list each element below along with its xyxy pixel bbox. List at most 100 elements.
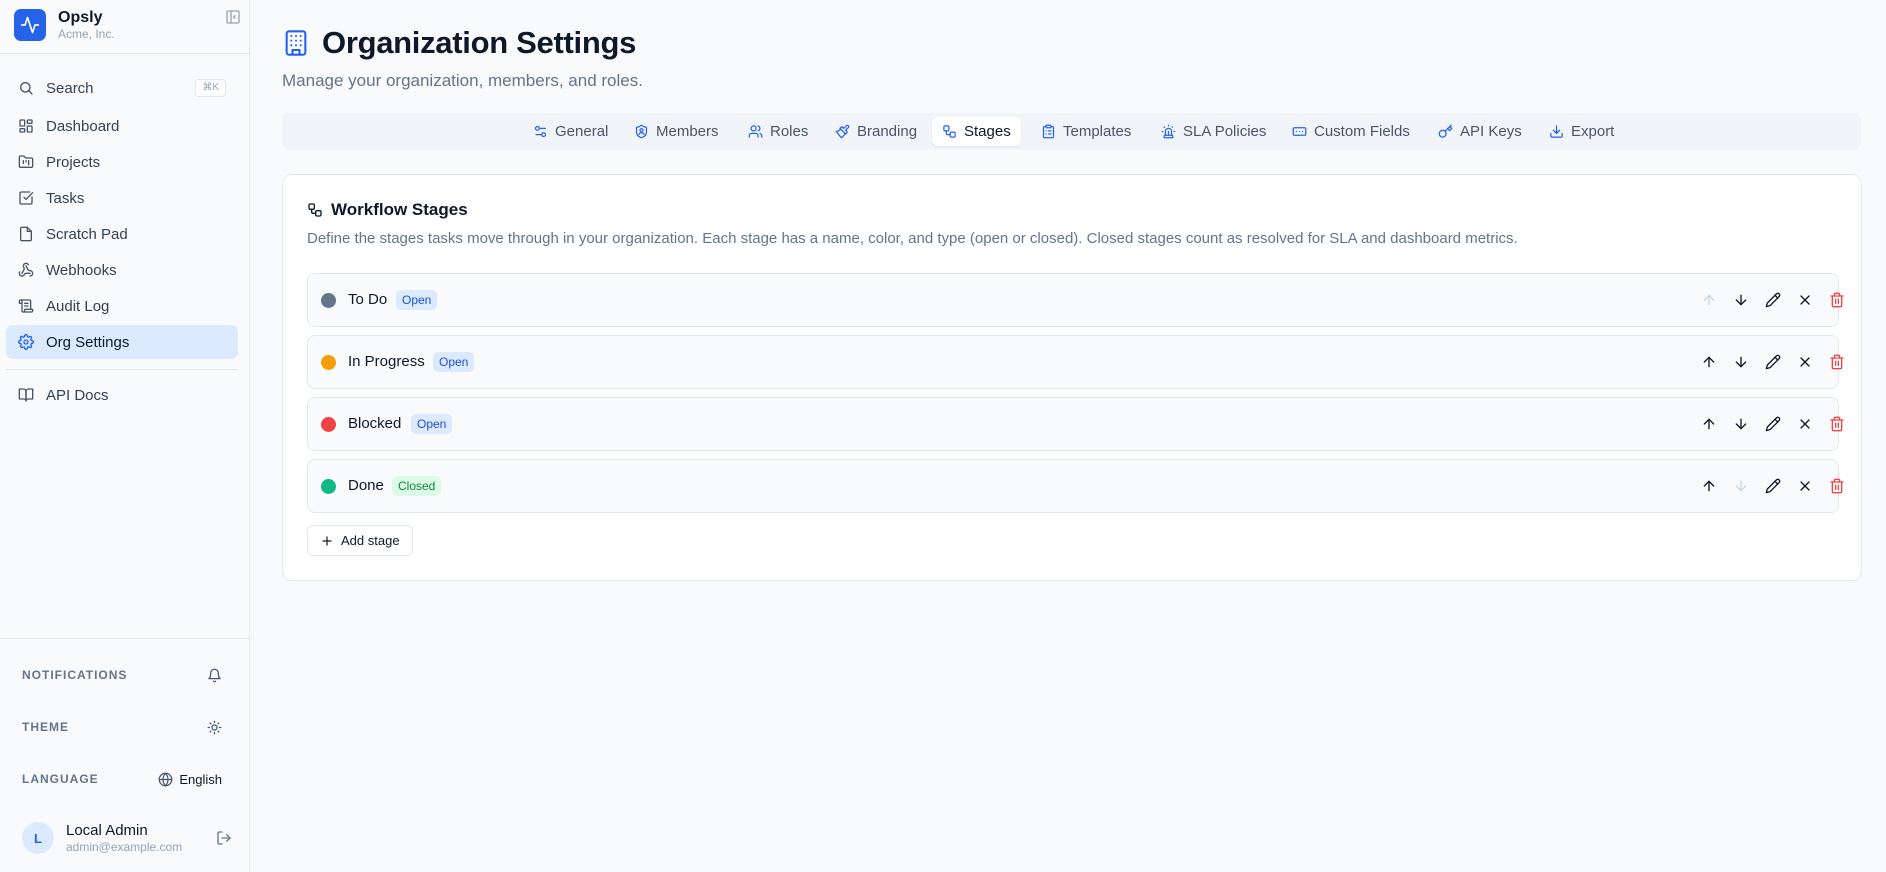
arrow-up-icon[interactable] <box>1700 415 1718 433</box>
pencil-icon[interactable] <box>1764 291 1782 309</box>
logout-icon[interactable] <box>216 830 232 846</box>
sidebar-item-audit-log[interactable]: Audit Log <box>6 289 238 323</box>
arrow-up-icon[interactable] <box>1700 291 1718 309</box>
sidebar-item-scratch-pad[interactable]: Scratch Pad <box>6 217 238 251</box>
tab-label: API Keys <box>1460 123 1522 140</box>
tab-label: Members <box>656 123 719 140</box>
trash-icon[interactable] <box>1828 477 1846 495</box>
tab-label: Stages <box>964 123 1011 140</box>
sidebar-item-search[interactable]: Search ⌘K <box>6 71 238 105</box>
book-open-icon <box>18 388 34 402</box>
language-select[interactable]: English <box>158 772 222 787</box>
sidebar: Opsly Acme, Inc. Search ⌘K Dashboard Pro… <box>0 0 250 872</box>
workflow-icon <box>943 125 956 138</box>
language-row: LANGUAGE English <box>22 767 222 791</box>
sidebar-item-dashboard[interactable]: Dashboard <box>6 109 238 143</box>
tab-stages[interactable]: Stages <box>932 117 1021 146</box>
stage-row: To Do Open <box>307 273 1844 327</box>
theme-row: THEME <box>22 715 222 739</box>
close-icon[interactable] <box>1796 415 1814 433</box>
clipboard-list-icon <box>1042 124 1055 139</box>
divider <box>0 53 249 54</box>
sidebar-item-projects[interactable]: Projects <box>6 145 238 179</box>
stage-row: In Progress Open <box>307 335 1844 389</box>
sun-icon[interactable] <box>207 720 222 735</box>
stage-row: Blocked Open <box>307 397 1844 451</box>
download-icon <box>1550 125 1563 138</box>
stage-color-dot <box>321 293 336 308</box>
stage-color-dot <box>321 479 336 494</box>
close-icon[interactable] <box>1796 291 1814 309</box>
tab-label: Export <box>1571 123 1615 140</box>
sidebar-item-webhooks[interactable]: Webhooks <box>6 253 238 287</box>
arrow-down-icon[interactable] <box>1732 291 1750 309</box>
user-email: admin@example.com <box>66 839 183 854</box>
search-icon <box>20 82 33 95</box>
arrow-up-icon[interactable] <box>1700 477 1718 495</box>
stage-name: To Do <box>348 291 388 308</box>
user-name: Local Admin <box>66 821 148 839</box>
tab-sla-policies[interactable]: SLA Policies <box>1151 117 1276 146</box>
close-icon[interactable] <box>1796 477 1814 495</box>
workflow-stages-card: Workflow Stages Define the stages tasks … <box>282 174 1862 581</box>
tab-api-keys[interactable]: API Keys <box>1428 117 1532 146</box>
sidebar-item-label: Tasks <box>46 189 85 207</box>
brand[interactable]: Opsly Acme, Inc. <box>14 7 236 43</box>
close-icon[interactable] <box>1796 353 1814 371</box>
stage-name: Done <box>348 477 384 494</box>
trash-icon[interactable] <box>1828 291 1846 309</box>
card-title: Workflow Stages <box>331 200 468 219</box>
trash-icon[interactable] <box>1828 353 1846 371</box>
sidebar-item-label: Projects <box>46 153 101 171</box>
tab-roles[interactable]: Roles <box>738 117 818 146</box>
arrow-up-icon[interactable] <box>1700 353 1718 371</box>
sidebar-collapse-icon[interactable] <box>225 9 241 25</box>
shortcut-badge: ⌘K <box>195 79 226 97</box>
sidebar-item-api-docs[interactable]: API Docs <box>6 378 238 412</box>
page-subtitle: Manage your organization, members, and r… <box>282 71 643 90</box>
square-check-icon <box>19 191 34 205</box>
tab-export[interactable]: Export <box>1539 117 1624 146</box>
tab-custom-fields[interactable]: Custom Fields <box>1282 117 1420 146</box>
divider <box>6 369 238 370</box>
arrow-down-icon[interactable] <box>1732 353 1750 371</box>
stage-type-badge: Closed <box>392 476 442 496</box>
tab-label: General <box>555 123 609 140</box>
file-icon <box>20 226 32 242</box>
sidebar-item-label: Dashboard <box>46 117 120 135</box>
sidebar-item-label: Scratch Pad <box>46 225 128 243</box>
page-header: Organization Settings Manage your organi… <box>282 24 643 91</box>
users-icon <box>748 125 763 138</box>
tab-members[interactable]: Members <box>624 117 729 146</box>
tab-label: SLA Policies <box>1183 123 1267 140</box>
arrow-down-icon[interactable] <box>1732 415 1750 433</box>
layout-dashboard-icon <box>19 119 33 133</box>
arrow-down-icon[interactable] <box>1732 477 1750 495</box>
sidebar-item-org-settings[interactable]: Org Settings <box>6 325 238 359</box>
siren-icon <box>1161 124 1176 139</box>
tab-templates[interactable]: Templates <box>1031 117 1141 146</box>
workflow-icon <box>308 203 322 217</box>
stage-row: Done Closed <box>307 459 1844 513</box>
tab-branding[interactable]: Branding <box>825 117 927 146</box>
notifications-row: NOTIFICATIONS <box>22 663 222 687</box>
user-profile[interactable]: L Local Admin admin@example.com <box>22 820 232 856</box>
tab-general[interactable]: General <box>523 117 618 146</box>
divider <box>0 638 249 639</box>
add-stage-button[interactable]: Add stage <box>307 525 413 556</box>
sidebar-item-label: API Docs <box>46 386 109 404</box>
stage-name: Blocked <box>348 415 402 432</box>
plus-icon <box>322 535 332 546</box>
trash-icon[interactable] <box>1828 415 1846 433</box>
stage-type-badge: Open <box>396 290 438 310</box>
activity-icon <box>14 9 46 41</box>
language-value: English <box>179 771 222 787</box>
bell-icon[interactable] <box>207 668 222 683</box>
pencil-icon[interactable] <box>1764 353 1782 371</box>
pencil-icon[interactable] <box>1764 477 1782 495</box>
pencil-icon[interactable] <box>1764 415 1782 433</box>
settings-tabs: General Members Roles Branding Stages Te… <box>282 113 1861 150</box>
shield-user-icon <box>635 124 648 139</box>
sidebar-item-tasks[interactable]: Tasks <box>6 181 238 215</box>
gear-icon <box>18 334 34 350</box>
